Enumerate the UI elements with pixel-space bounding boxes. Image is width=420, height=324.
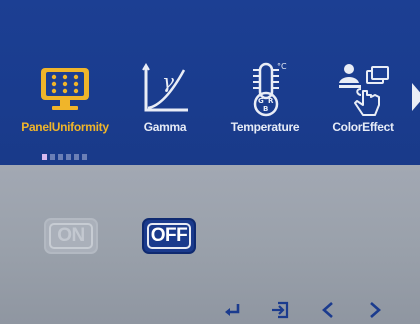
- panel-uniformity-icon: [30, 60, 100, 118]
- next-button[interactable]: [363, 300, 387, 320]
- svg-text:°C: °C: [277, 62, 287, 71]
- enter-button[interactable]: [220, 300, 244, 320]
- menu-item-panel-uniformity[interactable]: PanelUniformity: [15, 60, 115, 140]
- exit-icon: [272, 301, 289, 319]
- on-option-label: ON: [57, 225, 85, 246]
- svg-text:γ: γ: [162, 69, 174, 93]
- menu-item-label: Gamma: [143, 120, 187, 134]
- page-dot: [74, 154, 79, 160]
- menu-item-label: Temperature: [230, 120, 300, 134]
- enter-icon: [225, 304, 240, 316]
- on-option-button[interactable]: ON: [44, 218, 98, 254]
- chevron-right-icon: [370, 302, 381, 318]
- page-dot-active: [42, 154, 47, 160]
- monitor-osd: PanelUniformity γ Gamma °C G R B Tempera…: [0, 0, 420, 324]
- svg-text:R: R: [268, 97, 274, 105]
- off-option-label: OFF: [150, 225, 188, 246]
- color-effect-icon: [328, 60, 398, 118]
- svg-text:B: B: [263, 105, 268, 113]
- previous-button[interactable]: [316, 300, 340, 320]
- svg-text:G: G: [258, 97, 264, 105]
- page-dot: [82, 154, 87, 160]
- thermometer-icon: °C G R B: [230, 60, 300, 118]
- arrow-right-icon[interactable]: [412, 83, 420, 111]
- page-dot: [58, 154, 63, 160]
- page-indicator: [42, 154, 87, 160]
- page-dot: [50, 154, 55, 160]
- gamma-icon: γ: [130, 60, 200, 118]
- menu-item-label: PanelUniformity: [21, 120, 109, 134]
- off-option-button[interactable]: OFF: [142, 218, 196, 254]
- menu-item-color-effect[interactable]: ColorEffect: [313, 60, 413, 140]
- page-dot: [66, 154, 71, 160]
- menu-item-gamma[interactable]: γ Gamma: [115, 60, 215, 140]
- chevron-left-icon: [322, 302, 333, 318]
- exit-button[interactable]: [268, 300, 292, 320]
- menu-item-label: ColorEffect: [332, 120, 394, 134]
- menu-item-temperature[interactable]: °C G R B Temperature: [215, 60, 315, 140]
